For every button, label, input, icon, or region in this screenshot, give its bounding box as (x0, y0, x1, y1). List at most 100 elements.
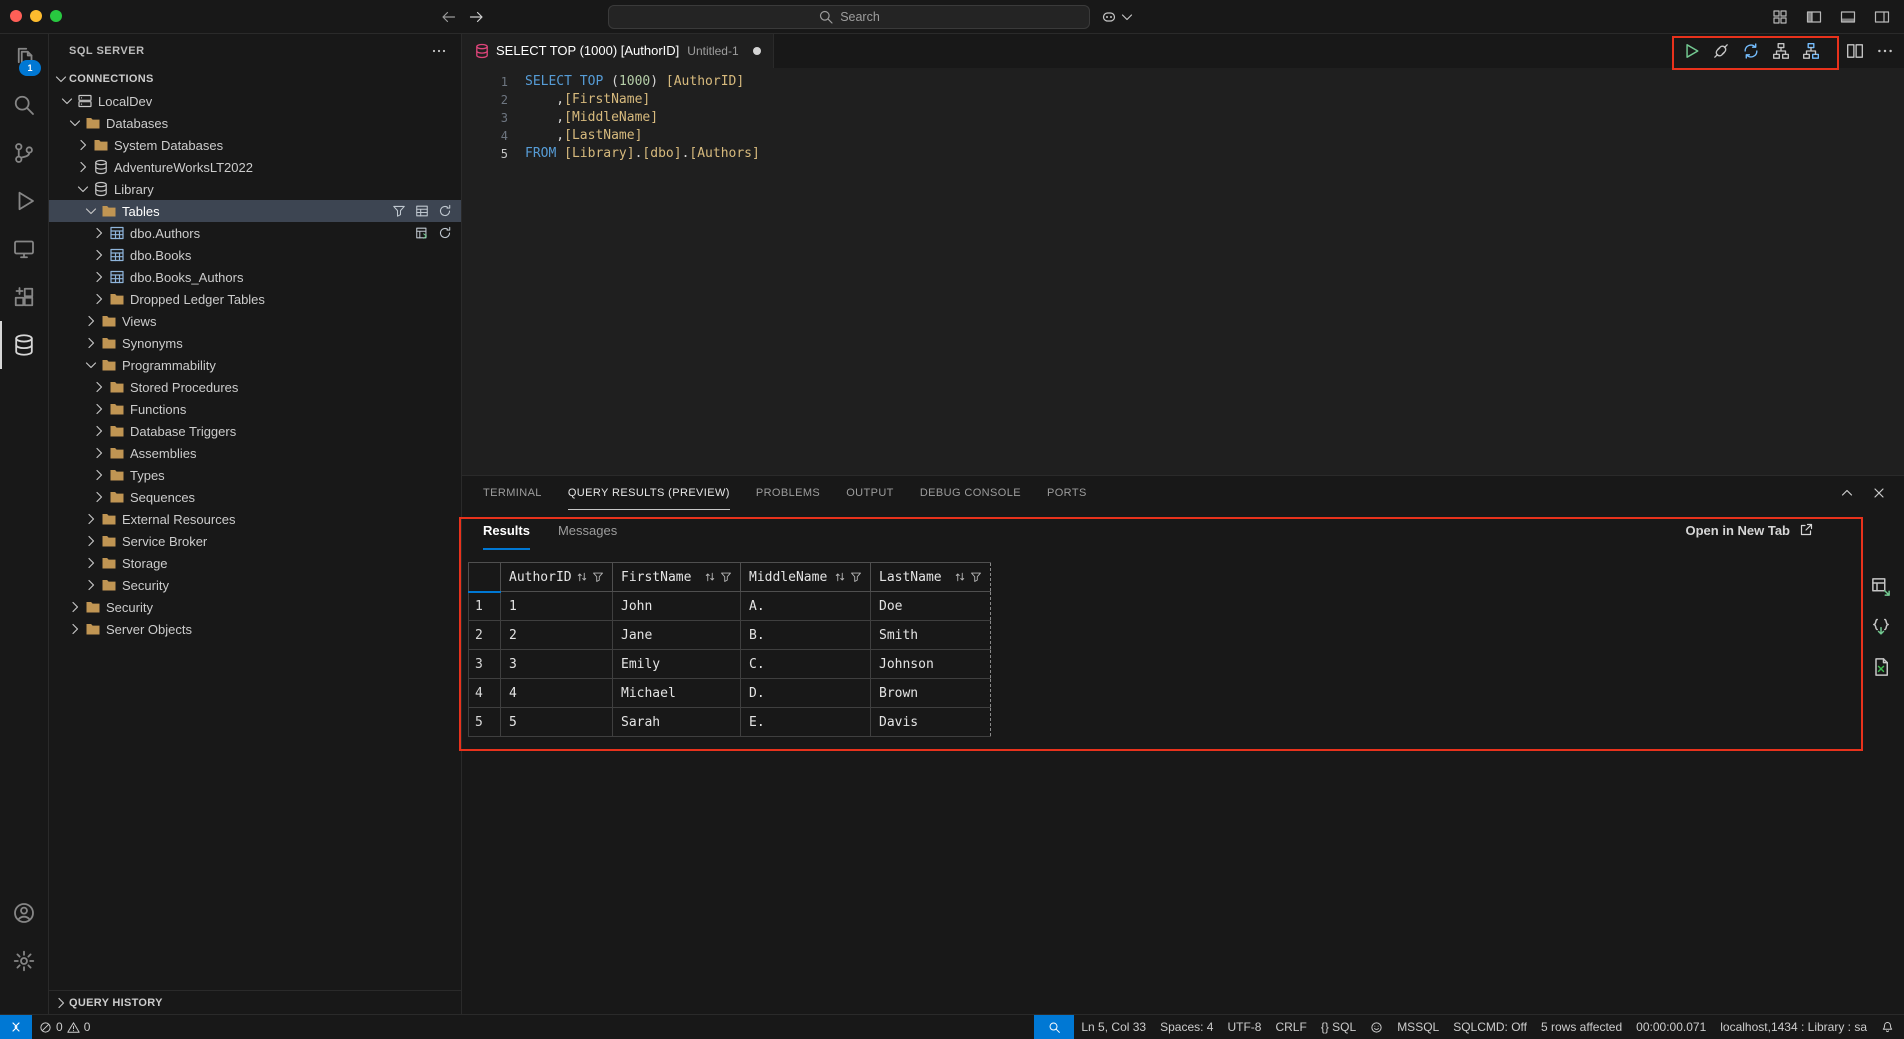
messages-tab[interactable]: Messages (558, 510, 617, 550)
grid-cell[interactable]: A. (741, 592, 871, 621)
encoding-indicator[interactable]: UTF-8 (1220, 1015, 1268, 1039)
close-window-button[interactable] (10, 10, 22, 22)
connections-section-header[interactable]: CONNECTIONS (49, 68, 461, 90)
navigate-forward-button[interactable] (463, 4, 489, 29)
panel-tab-query-results-preview[interactable]: QUERY RESULTS (PREVIEW) (568, 476, 730, 510)
estimated-plan-button[interactable] (1768, 38, 1794, 64)
code-editor[interactable]: 1SELECT TOP (1000) [AuthorID]2 ,[FirstNa… (462, 68, 1904, 475)
tree-item-synonyms[interactable]: Synonyms (49, 332, 461, 354)
save-as-excel-button[interactable] (1870, 656, 1892, 678)
column-header-firstname[interactable]: FirstName (613, 563, 741, 592)
rows-affected-indicator[interactable]: 5 rows affected (1534, 1015, 1629, 1039)
query-history-section-header[interactable]: QUERY HISTORY (49, 990, 461, 1015)
results-tab[interactable]: Results (483, 510, 530, 550)
customize-layout-button[interactable] (1766, 4, 1794, 29)
panel-tab-problems[interactable]: PROBLEMS (756, 476, 820, 510)
row-number[interactable]: 3 (469, 650, 501, 679)
run-query-button[interactable] (1678, 38, 1704, 64)
filter-button[interactable] (391, 203, 407, 219)
tree-item-library[interactable]: Library (49, 178, 461, 200)
notifications-bell-button[interactable] (1874, 1015, 1904, 1039)
table-row[interactable]: 11JohnA.Doe (469, 592, 991, 621)
connection-indicator[interactable]: localhost,1434 : Library : sa (1713, 1015, 1874, 1039)
grid-cell[interactable]: John (613, 592, 741, 621)
tree-item-dropped-ledger-tables[interactable]: Dropped Ledger Tables (49, 288, 461, 310)
activity-bar-item-extensions[interactable] (0, 273, 48, 321)
tree-item-localdev[interactable]: LocalDev (49, 90, 461, 112)
problems-indicator[interactable]: 0 0 (32, 1015, 97, 1039)
save-as-csv-button[interactable] (1870, 576, 1892, 598)
toggle-primary-sidebar-button[interactable] (1800, 4, 1828, 29)
select-top-1000-button[interactable] (414, 225, 430, 241)
activity-bar-item-run-and-debug[interactable] (0, 177, 48, 225)
sidebar-more-actions-button[interactable] (431, 43, 447, 59)
grid-cell[interactable]: 1 (501, 592, 613, 621)
row-number[interactable]: 1 (469, 592, 501, 621)
refresh-button[interactable] (437, 203, 453, 219)
tree-item-adventureworkslt2022[interactable]: AdventureWorksLT2022 (49, 156, 461, 178)
save-as-json-button[interactable] (1870, 616, 1892, 638)
tree-item-views[interactable]: Views (49, 310, 461, 332)
grid-cell[interactable]: Smith (871, 621, 991, 650)
indentation-indicator[interactable]: Spaces: 4 (1153, 1015, 1220, 1039)
actual-plan-button[interactable] (1798, 38, 1824, 64)
language-mode-indicator[interactable]: {} SQL (1314, 1015, 1363, 1039)
tree-item-security[interactable]: Security (49, 596, 461, 618)
tree-item-dbo-books-authors[interactable]: dbo.Books_Authors (49, 266, 461, 288)
table-row[interactable]: 33EmilyC.Johnson (469, 650, 991, 679)
grid-cell[interactable]: Johnson (871, 650, 991, 679)
tree-item-assemblies[interactable]: Assemblies (49, 442, 461, 464)
grid-cell[interactable]: Sarah (613, 708, 741, 737)
open-in-new-tab-button[interactable]: Open in New Tab (1686, 522, 1815, 538)
minimize-window-button[interactable] (30, 10, 42, 22)
tree-item-stored-procedures[interactable]: Stored Procedures (49, 376, 461, 398)
activity-bar-item-sql-server[interactable] (0, 321, 48, 369)
grid-cell[interactable]: 5 (501, 708, 613, 737)
navigate-back-button[interactable] (436, 4, 462, 29)
row-number[interactable]: 2 (469, 621, 501, 650)
tree-item-dbo-books[interactable]: dbo.Books (49, 244, 461, 266)
maximize-window-button[interactable] (50, 10, 62, 22)
remote-indicator-button[interactable] (0, 1015, 32, 1039)
mssql-provider-indicator[interactable]: MSSQL (1390, 1015, 1446, 1039)
activity-bar-item-source-control[interactable] (0, 129, 48, 177)
refresh-button[interactable] (437, 225, 453, 241)
command-center-search-input[interactable]: Search (608, 5, 1090, 29)
tree-item-storage[interactable]: Storage (49, 552, 461, 574)
grid-cell[interactable]: Doe (871, 592, 991, 621)
grid-cell[interactable]: 2 (501, 621, 613, 650)
tree-item-programmability[interactable]: Programmability (49, 354, 461, 376)
new-table-button[interactable] (414, 203, 430, 219)
tree-item-security[interactable]: Security (49, 574, 461, 596)
toggle-panel-button[interactable] (1834, 4, 1862, 29)
grid-cell[interactable]: C. (741, 650, 871, 679)
grid-cell[interactable]: B. (741, 621, 871, 650)
grid-cell[interactable]: D. (741, 679, 871, 708)
tree-item-service-broker[interactable]: Service Broker (49, 530, 461, 552)
eol-indicator[interactable]: CRLF (1268, 1015, 1313, 1039)
grid-cell[interactable]: Jane (613, 621, 741, 650)
tree-item-tables[interactable]: Tables (49, 200, 461, 222)
column-header-authorid[interactable]: AuthorID (501, 563, 613, 592)
panel-tab-output[interactable]: OUTPUT (846, 476, 894, 510)
grid-cell[interactable]: Emily (613, 650, 741, 679)
table-row[interactable]: 55SarahE.Davis (469, 708, 991, 737)
activity-bar-item-accounts[interactable] (0, 889, 48, 937)
table-row[interactable]: 22JaneB.Smith (469, 621, 991, 650)
toggle-secondary-sidebar-button[interactable] (1868, 4, 1896, 29)
tree-item-functions[interactable]: Functions (49, 398, 461, 420)
maximize-panel-button[interactable] (1836, 482, 1858, 504)
tree-item-dbo-authors[interactable]: dbo.Authors (49, 222, 461, 244)
cursor-position-indicator[interactable]: Ln 5, Col 33 (1074, 1015, 1153, 1039)
activity-bar-item-search[interactable] (0, 81, 48, 129)
connect-button[interactable] (1708, 38, 1734, 64)
column-header-middlename[interactable]: MiddleName (741, 563, 871, 592)
split-editor-button[interactable] (1842, 38, 1868, 64)
row-number[interactable]: 5 (469, 708, 501, 737)
activity-bar-item-remote-explorer[interactable] (0, 225, 48, 273)
tree-item-server-objects[interactable]: Server Objects (49, 618, 461, 640)
tree-item-database-triggers[interactable]: Database Triggers (49, 420, 461, 442)
grid-cell[interactable]: Michael (613, 679, 741, 708)
tree-item-sequences[interactable]: Sequences (49, 486, 461, 508)
column-header-lastname[interactable]: LastName (871, 563, 991, 592)
